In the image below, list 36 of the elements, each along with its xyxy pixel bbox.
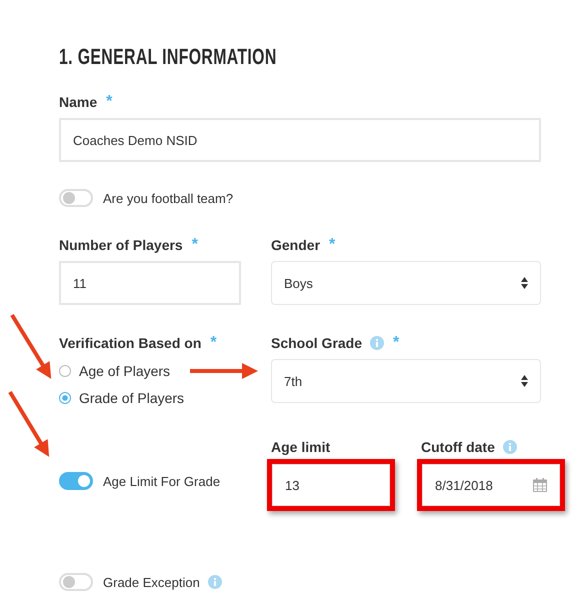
annotation-arrow (190, 363, 258, 379)
required-mark: * (192, 236, 198, 254)
toggle-switch[interactable] (59, 472, 93, 490)
info-icon[interactable] (370, 336, 384, 350)
info-icon[interactable] (208, 575, 222, 589)
select-field[interactable]: 7th (271, 359, 541, 403)
required-mark: * (210, 334, 217, 352)
sort-caret-icon (521, 277, 528, 289)
radio-button[interactable] (59, 364, 71, 376)
required-mark: * (329, 236, 336, 254)
radio-label[interactable]: Age of Players (79, 362, 170, 378)
info-icon[interactable] (502, 440, 517, 454)
select-field[interactable]: Boys (271, 261, 541, 305)
toggle-label: Age Limit For Grade (103, 474, 220, 488)
section-heading: 1. GENERAL INFORMATION (59, 44, 277, 70)
required-mark: * (393, 334, 400, 352)
field-label: Age limit (271, 439, 330, 455)
toggle-switch[interactable] (59, 573, 93, 591)
sort-caret-icon (521, 375, 528, 387)
radio-label[interactable]: Grade of Players (79, 390, 184, 406)
input-field[interactable]: Coaches Demo NSID (59, 118, 541, 162)
toggle-label: Are you football team? (103, 190, 234, 206)
field-label: Gender (271, 237, 320, 253)
radio-button[interactable] (59, 392, 71, 404)
required-mark: * (106, 93, 112, 111)
toggle-label: Grade Exception (103, 574, 200, 590)
input-field[interactable]: 11 (59, 261, 241, 305)
field-label: Verification Based on (59, 335, 202, 351)
annotation-arrow (8, 390, 50, 457)
field-label: Name (59, 94, 98, 110)
toggle-switch[interactable] (59, 189, 93, 207)
field-label: Cutoff date (421, 439, 495, 455)
annotation-arrow (10, 314, 52, 379)
field-label: Number of Players (59, 237, 183, 253)
calendar-icon[interactable] (533, 478, 547, 492)
field-label: School Grade (271, 335, 362, 351)
